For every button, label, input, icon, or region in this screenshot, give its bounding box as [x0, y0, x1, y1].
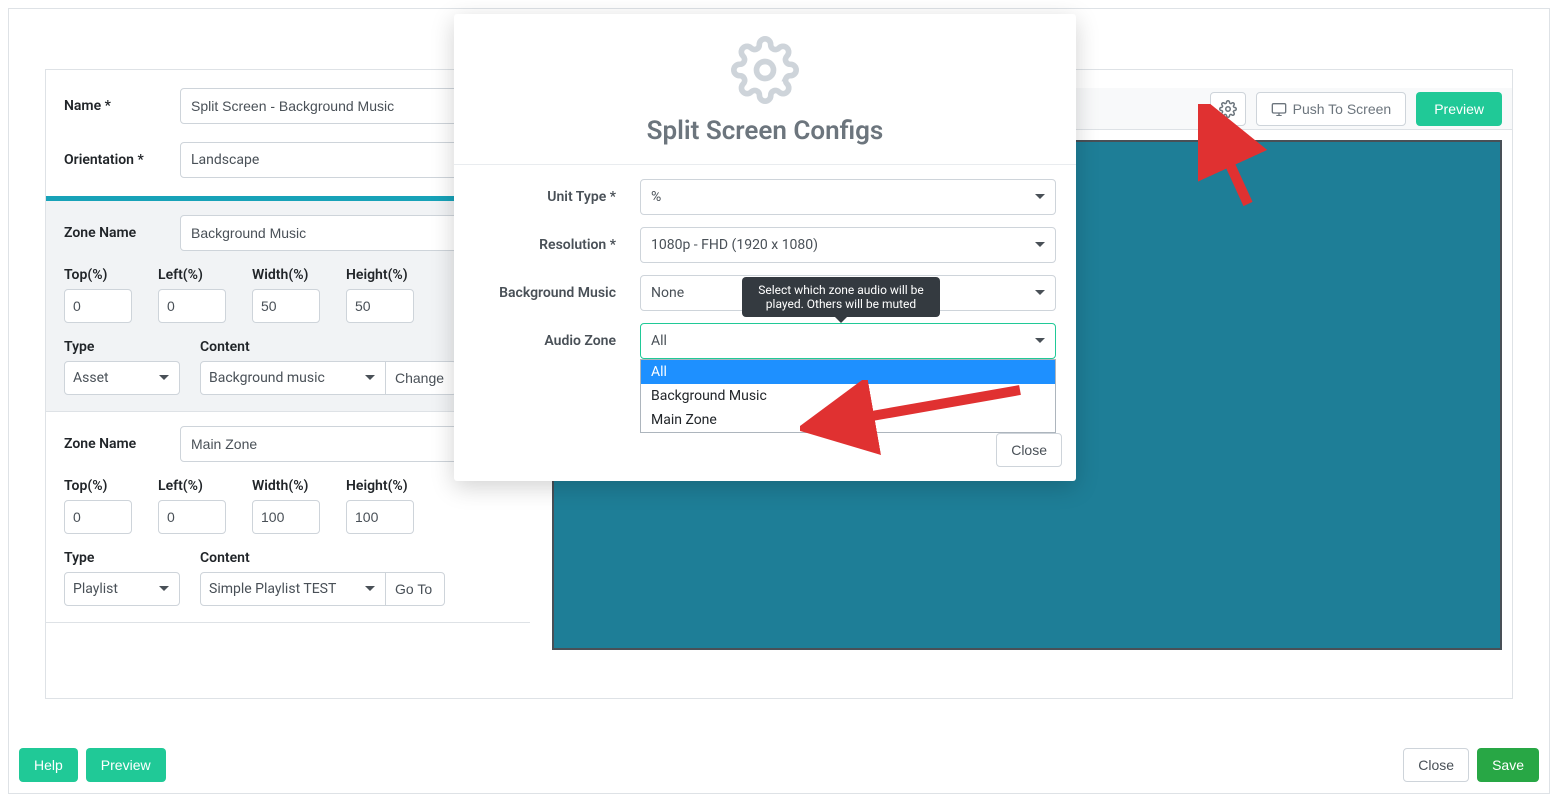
- unit-type-select[interactable]: %: [640, 179, 1056, 215]
- dim-label: Width(%): [252, 478, 320, 494]
- content-select[interactable]: Background music: [200, 361, 386, 395]
- unit-type-value: %: [651, 189, 661, 205]
- width-input[interactable]: [252, 500, 320, 534]
- left-input[interactable]: [158, 289, 226, 323]
- push-label: Push To Screen: [1293, 101, 1392, 117]
- top-input[interactable]: [64, 500, 132, 534]
- goto-button[interactable]: Go To: [382, 572, 445, 606]
- content-value: Simple Playlist TEST: [209, 581, 336, 597]
- annotation-arrow-icon: [1198, 104, 1268, 214]
- footer-close-button[interactable]: Close: [1403, 748, 1469, 782]
- audio-zone-tooltip: Select which zone audio will be played. …: [742, 277, 940, 317]
- type-value: Playlist: [73, 581, 118, 597]
- content-label: Content: [200, 550, 445, 566]
- resolution-label: Resolution *: [474, 237, 640, 253]
- type-value: Asset: [73, 370, 109, 386]
- annotation-arrow-icon: [800, 380, 1030, 460]
- preview-button[interactable]: Preview: [1416, 92, 1502, 126]
- dim-label: Height(%): [346, 478, 414, 494]
- dim-label: Left(%): [158, 478, 226, 494]
- type-select[interactable]: Asset: [64, 361, 180, 395]
- dim-label: Width(%): [252, 267, 320, 283]
- type-label: Type: [64, 339, 180, 355]
- resolution-select[interactable]: 1080p - FHD (1920 x 1080): [640, 227, 1056, 263]
- type-select[interactable]: Playlist: [64, 572, 180, 606]
- dim-label: Top(%): [64, 267, 132, 283]
- height-input[interactable]: [346, 289, 414, 323]
- orientation-label: Orientation *: [64, 152, 180, 168]
- resolution-value: 1080p - FHD (1920 x 1080): [651, 237, 818, 253]
- change-button[interactable]: Change: [382, 361, 457, 395]
- content-value: Background music: [209, 370, 325, 386]
- left-input[interactable]: [158, 500, 226, 534]
- bg-music-value: None: [651, 285, 684, 301]
- bg-music-label: Background Music: [474, 285, 640, 301]
- dim-label: Left(%): [158, 267, 226, 283]
- content-select[interactable]: Simple Playlist TEST: [200, 572, 386, 606]
- screen-icon: [1271, 102, 1287, 116]
- audio-zone-select[interactable]: All: [640, 323, 1056, 359]
- footer: Help Preview Close Save: [9, 737, 1549, 793]
- modal-title: Split Screen Configs: [474, 116, 1056, 146]
- zone-name-label: Zone Name: [64, 436, 180, 452]
- content-label: Content: [200, 339, 457, 355]
- audio-zone-label: Audio Zone: [474, 333, 640, 349]
- help-button[interactable]: Help: [19, 748, 78, 782]
- orientation-value: Landscape: [191, 152, 259, 168]
- unit-type-label: Unit Type *: [474, 189, 640, 205]
- width-input[interactable]: [252, 289, 320, 323]
- footer-preview-button[interactable]: Preview: [86, 748, 166, 782]
- push-to-screen-button[interactable]: Push To Screen: [1256, 92, 1407, 126]
- gear-icon: [731, 36, 799, 104]
- type-label: Type: [64, 550, 180, 566]
- height-input[interactable]: [346, 500, 414, 534]
- zone-name-label: Zone Name: [64, 225, 180, 241]
- audio-zone-value: All: [651, 333, 667, 349]
- dim-label: Top(%): [64, 478, 132, 494]
- name-label: Name *: [64, 98, 180, 114]
- dim-label: Height(%): [346, 267, 414, 283]
- save-button[interactable]: Save: [1477, 748, 1539, 782]
- top-input[interactable]: [64, 289, 132, 323]
